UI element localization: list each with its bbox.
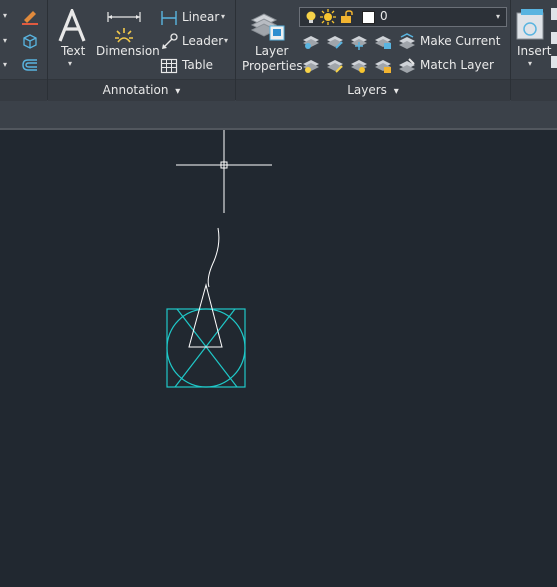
annotation-panel-footer[interactable]: Annotation ▾ xyxy=(48,79,235,101)
layers-panel-expand-arrow[interactable]: ▾ xyxy=(394,86,399,97)
text-button[interactable]: Text xyxy=(61,44,85,58)
rubber-band-line xyxy=(207,227,220,288)
table-button[interactable]: Table xyxy=(182,58,213,72)
make-current-button[interactable]: Make Current xyxy=(420,34,501,48)
insert-dropdown-arrow[interactable]: ▾ xyxy=(528,59,532,68)
erase-icon[interactable] xyxy=(20,8,40,26)
match-layer-icon[interactable] xyxy=(398,57,416,75)
layer-dropdown[interactable]: 0 ▾ xyxy=(299,7,507,27)
layer-isolate-icon[interactable] xyxy=(326,34,344,50)
current-layer-name: 0 xyxy=(380,9,388,23)
layers-panel-footer[interactable]: Layers ▾ xyxy=(236,79,510,101)
leader-button[interactable]: Leader xyxy=(182,34,223,48)
file-tab-strip xyxy=(0,101,557,128)
match-layer-button[interactable]: Match Layer xyxy=(420,58,494,72)
3d-box-icon[interactable] xyxy=(20,32,40,50)
leader-icon xyxy=(162,33,178,49)
unlock-icon xyxy=(341,10,353,23)
drawing-canvas[interactable] xyxy=(0,130,557,587)
linear-button[interactable]: Linear xyxy=(182,10,219,24)
partial-dropdown-arrow-3[interactable]: ▾ xyxy=(3,60,7,69)
sun-icon xyxy=(320,9,336,25)
annotation-panel-expand-arrow[interactable]: ▾ xyxy=(175,86,180,97)
insert-block-icon[interactable] xyxy=(515,7,549,43)
leader-dropdown-arrow[interactable]: ▾ xyxy=(224,36,228,45)
layer-thaw-icon[interactable] xyxy=(350,58,368,74)
layer-freeze-icon[interactable] xyxy=(350,34,368,50)
layer-dropdown-arrow[interactable]: ▾ xyxy=(496,12,500,21)
layer-off-icon[interactable] xyxy=(302,34,320,50)
insert-button[interactable]: Insert xyxy=(517,44,551,58)
layer-lock-icon[interactable] xyxy=(374,34,392,50)
partial-panel-footer xyxy=(0,79,47,101)
layer-color-swatch xyxy=(362,11,375,24)
model-space[interactable] xyxy=(0,130,557,587)
cyan-block-geometry[interactable] xyxy=(166,308,246,388)
white-triangle[interactable] xyxy=(188,283,223,348)
linear-dimension-icon xyxy=(161,11,177,25)
layer-properties-label-line2[interactable]: Properties xyxy=(242,59,303,73)
ribbon: ▾ ▾ ▾ Text ▾ Dimension Linear ▾ Leader ▾ xyxy=(0,0,557,102)
crosshair-cursor xyxy=(176,130,272,213)
text-dropdown-arrow[interactable]: ▾ xyxy=(68,59,72,68)
partial-dropdown-arrow-2[interactable]: ▾ xyxy=(3,36,7,45)
dimension-icon[interactable] xyxy=(105,8,143,44)
layer-properties-icon[interactable] xyxy=(250,8,286,44)
partial-tool-icons xyxy=(551,8,557,68)
dimension-button[interactable]: Dimension xyxy=(96,44,160,58)
text-icon[interactable] xyxy=(57,9,87,43)
linear-dropdown-arrow[interactable]: ▾ xyxy=(221,12,225,21)
lightbulb-icon xyxy=(306,11,316,23)
layer-unlock-icon[interactable] xyxy=(374,58,392,74)
insert-panel-footer xyxy=(511,79,557,101)
partial-dropdown-arrow-1[interactable]: ▾ xyxy=(3,11,7,20)
layer-properties-label-line1[interactable]: Layer xyxy=(255,44,288,58)
offset-icon[interactable] xyxy=(20,56,40,74)
make-current-icon[interactable] xyxy=(398,33,416,51)
layers-panel-title: Layers xyxy=(347,83,387,97)
layer-on-icon[interactable] xyxy=(302,58,320,74)
annotation-panel-title: Annotation xyxy=(102,83,169,97)
layer-unisolate-icon[interactable] xyxy=(326,58,344,74)
table-icon xyxy=(160,58,178,74)
